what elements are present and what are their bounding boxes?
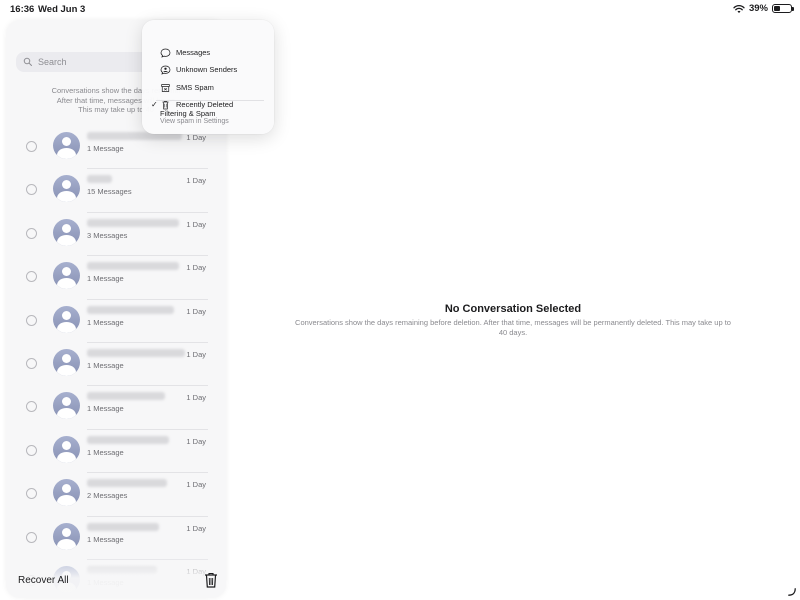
menu-item-sms-spam[interactable]: SMS Spam	[142, 81, 274, 97]
message-count: 1 Message	[87, 274, 124, 284]
conversation-row[interactable]: 1 Message 1 Day	[6, 300, 226, 343]
redacted-name	[87, 175, 112, 184]
select-radio[interactable]	[26, 271, 37, 283]
select-radio[interactable]	[26, 184, 37, 196]
days-remaining: 1 Day	[186, 393, 206, 403]
message-count: 1 Message	[87, 404, 124, 414]
message-count: 1 Message	[87, 447, 124, 457]
days-remaining: 1 Day	[186, 263, 206, 273]
select-radio[interactable]	[26, 488, 37, 500]
days-remaining: 1 Day	[186, 436, 206, 446]
select-radio[interactable]	[26, 357, 37, 369]
menu-item-messages[interactable]: Messages	[142, 46, 274, 62]
conversation-row[interactable]: 1 Message 1 Day	[6, 343, 226, 387]
menu-item-label: Messages	[176, 48, 211, 57]
days-remaining: 1 Day	[186, 176, 206, 186]
spam-bin-icon	[161, 84, 170, 92]
avatar	[53, 348, 80, 376]
menu-item-label: Unknown Senders	[176, 65, 238, 74]
conversation-row[interactable]: 15 Messages 1 Day	[6, 169, 226, 213]
message-count: 15 Messages	[87, 187, 132, 197]
status-bar: 16:36 Wed Jun 3 39%	[0, 0, 800, 20]
bottom-toolbar: Recover All	[6, 558, 226, 598]
select-radio[interactable]	[26, 141, 37, 152]
empty-state-subtitle: Conversations show the days remaining be…	[292, 318, 734, 337]
conversation-row[interactable]: 1 Message 1 Day	[6, 256, 226, 300]
message-count: 3 Messages	[87, 230, 128, 240]
message-bubble-icon	[160, 48, 171, 58]
redacted-name	[87, 435, 169, 444]
message-count: 1 Message	[87, 360, 124, 370]
search-icon	[23, 57, 32, 66]
message-count: 2 Messages	[87, 491, 128, 501]
resize-handle-icon[interactable]	[788, 588, 796, 596]
delete-all-button[interactable]	[204, 572, 218, 588]
status-date: Wed Jun 3	[38, 4, 86, 15]
avatar	[53, 305, 80, 333]
unknown-sender-icon	[160, 65, 171, 75]
conversation-list: 1 Message 1 Day 15 Messages 1 Day 3 Messages…	[6, 126, 226, 598]
empty-state-line: 40 days.	[498, 327, 528, 337]
days-remaining: 1 Day	[186, 219, 206, 229]
avatar	[53, 262, 80, 290]
redacted-name	[87, 218, 179, 227]
avatar	[53, 392, 80, 420]
select-radio[interactable]	[26, 401, 37, 413]
battery-icon	[772, 4, 794, 13]
avatar	[53, 479, 80, 507]
select-radio[interactable]	[26, 531, 37, 543]
conversation-row[interactable]: 1 Message 1 Day	[6, 517, 226, 560]
battery-percent: 39%	[748, 3, 768, 14]
conversation-row[interactable]: 1 Message 1 Day	[6, 386, 226, 430]
redacted-name	[87, 392, 165, 401]
checkmark-icon: ✓	[151, 100, 158, 109]
menu-item-label: SMS Spam	[176, 83, 214, 92]
menu-item-unknown-senders[interactable]: Unknown Senders	[142, 63, 274, 79]
days-remaining: 1 Day	[186, 523, 206, 533]
select-radio[interactable]	[26, 314, 37, 326]
select-radio[interactable]	[26, 444, 37, 456]
message-count: 1 Message	[87, 317, 124, 327]
status-time: 16:36	[10, 4, 35, 15]
empty-state-line: Conversations show the days remaining be…	[295, 318, 731, 327]
message-count: 1 Message	[87, 144, 124, 153]
redacted-name	[87, 522, 159, 531]
filter-menu: Messages Unknown Senders SMS Spam ✓ Rece…	[142, 20, 274, 134]
conversation-row[interactable]: 2 Messages 1 Day	[6, 473, 226, 517]
wifi-icon	[733, 4, 745, 13]
redacted-name	[87, 479, 167, 488]
avatar	[53, 132, 80, 159]
filtering-spam-subtitle: View spam in Settings	[160, 118, 229, 125]
days-remaining: 1 Day	[186, 349, 206, 359]
avatar	[53, 522, 80, 550]
select-radio[interactable]	[26, 227, 37, 239]
recover-all-button[interactable]: Recover All	[18, 575, 69, 586]
trash-icon	[205, 572, 217, 588]
days-remaining: 1 Day	[186, 133, 206, 142]
conversation-row[interactable]: 1 Message 1 Day	[6, 430, 226, 474]
status-right: 39%	[733, 3, 794, 14]
avatar	[53, 435, 80, 463]
redacted-name	[87, 305, 174, 314]
redacted-name	[87, 348, 185, 357]
avatar	[53, 218, 80, 246]
redacted-name	[87, 262, 179, 271]
avatar	[53, 175, 80, 203]
days-remaining: 1 Day	[186, 306, 206, 316]
conversation-row[interactable]: 3 Messages 1 Day	[6, 213, 226, 257]
menu-item-label: Recently Deleted	[176, 100, 234, 109]
filtering-spam-title[interactable]: Filtering & Spam	[160, 109, 215, 118]
message-count: 1 Message	[87, 534, 124, 544]
days-remaining: 1 Day	[186, 480, 206, 490]
battery-fill	[774, 6, 781, 11]
empty-state-title: No Conversation Selected	[444, 303, 582, 315]
menu-divider	[156, 100, 264, 101]
